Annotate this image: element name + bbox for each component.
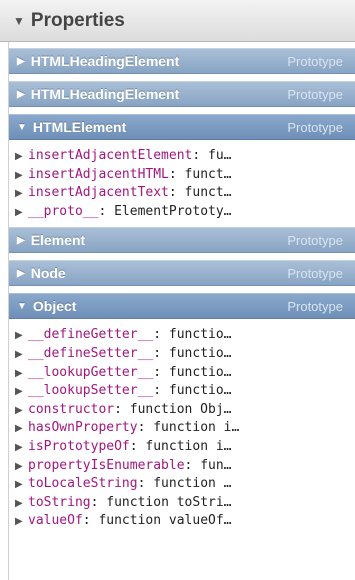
property-row[interactable]: ▶ insertAdjacentElement: fu…: [9, 147, 355, 166]
property-row[interactable]: ▶ __proto__: ElementPrototy…: [9, 203, 355, 222]
triangle-down-icon: ▼: [17, 300, 27, 312]
property-value: : fu…: [192, 148, 232, 163]
triangle-right-icon: ▶: [17, 267, 25, 279]
prototype-group-name: HTMLHeadingElement: [30, 86, 180, 102]
prototype-group-name: HTMLHeadingElement: [30, 53, 180, 69]
property-key: toString: [28, 494, 91, 510]
triangle-right-icon[interactable]: ▶: [9, 148, 28, 166]
property-value: : ElementPrototy…: [98, 203, 232, 219]
prototype-tag: Prototype: [287, 53, 343, 69]
property-row[interactable]: ▶ insertAdjacentHTML: funct…: [9, 166, 355, 185]
triangle-right-icon[interactable]: ▶: [9, 439, 28, 457]
prototype-group-name: HTMLElement: [32, 119, 127, 135]
prototype-group-header[interactable]: ▼ HTMLElement Prototype: [9, 114, 355, 140]
triangle-right-icon[interactable]: ▶: [9, 495, 28, 513]
triangle-right-icon: ▶: [17, 55, 25, 67]
prototype-group-header[interactable]: ▶ Node Prototype: [9, 260, 355, 287]
prototype-group-name: Node: [30, 265, 66, 282]
triangle-right-icon[interactable]: ▶: [9, 167, 28, 185]
prototype-group-header[interactable]: ▼ Object Prototype: [9, 293, 355, 320]
property-key: __lookupSetter__: [28, 383, 154, 399]
property-value: : functio…: [153, 364, 232, 380]
property-value: : funct…: [168, 185, 232, 201]
prototype-tag: Prototype: [287, 265, 343, 281]
indent-gutter: [0, 42, 9, 580]
section-title: Properties: [30, 9, 125, 31]
property-row[interactable]: ▶ valueOf: function valueOf…: [9, 512, 355, 531]
prototype-tag: Prototype: [287, 232, 343, 248]
property-key: valueOf: [28, 513, 83, 529]
property-key: hasOwnProperty: [28, 420, 138, 436]
property-row[interactable]: ▶ __defineSetter__: functio…: [9, 345, 355, 364]
property-key: __defineGetter__: [28, 327, 154, 343]
property-row[interactable]: ▶ __lookupGetter__: functio…: [9, 364, 355, 383]
property-key: __proto__: [28, 203, 99, 219]
property-key: propertyIsEnumerable: [28, 457, 185, 473]
property-row[interactable]: ▶ isPrototypeOf: function i…: [9, 438, 355, 457]
property-row[interactable]: ▶ propertyIsEnumerable: fun…: [9, 457, 355, 476]
prototype-group-name: Object: [32, 298, 77, 315]
prototype-tag: Prototype: [287, 298, 343, 314]
property-key: toLocaleString: [28, 476, 138, 492]
prototype-tag: Prototype: [287, 86, 343, 102]
triangle-down-icon: ▼: [13, 13, 25, 28]
property-value: : function i…: [129, 438, 232, 454]
triangle-right-icon[interactable]: ▶: [9, 185, 28, 203]
property-value: : fun…: [184, 457, 232, 473]
triangle-right-icon[interactable]: ▶: [9, 513, 28, 531]
property-value: : function valueOf…: [82, 513, 232, 529]
properties-section-header[interactable]: ▼ Properties: [0, 0, 355, 42]
property-list: ▶ __defineGetter__: functio… ▶ __defineSett…: [9, 326, 355, 531]
prototype-group-name: Element: [30, 232, 86, 249]
triangle-right-icon[interactable]: ▶: [9, 458, 28, 476]
property-value: : function Obj…: [114, 401, 232, 417]
triangle-right-icon[interactable]: ▶: [9, 365, 28, 383]
prototype-group-header[interactable]: ▶ HTMLHeadingElement Prototype: [9, 81, 355, 107]
prototype-group-header[interactable]: ▶ Element Prototype: [9, 227, 355, 254]
triangle-right-icon[interactable]: ▶: [9, 476, 28, 494]
triangle-right-icon[interactable]: ▶: [9, 420, 28, 438]
triangle-right-icon: ▶: [17, 234, 25, 246]
property-row[interactable]: ▶ insertAdjacentText: funct…: [9, 184, 355, 203]
triangle-right-icon[interactable]: ▶: [9, 204, 28, 222]
property-key: insertAdjacentText: [28, 185, 169, 201]
property-key: constructor: [28, 401, 115, 417]
property-key: __lookupGetter__: [28, 364, 154, 380]
prototype-tag: Prototype: [287, 119, 343, 135]
property-value: : functio…: [153, 327, 232, 343]
property-key: isPrototypeOf: [28, 438, 130, 454]
property-row[interactable]: ▶ __defineGetter__: functio…: [9, 326, 355, 345]
property-value: : function i…: [137, 420, 240, 436]
prototype-group-header[interactable]: ▶ HTMLHeadingElement Prototype: [9, 48, 355, 74]
triangle-right-icon[interactable]: ▶: [9, 346, 28, 364]
property-value: : funct…: [168, 166, 232, 182]
property-row[interactable]: ▶ toLocaleString: function …: [9, 475, 355, 494]
property-key: insertAdjacentElement: [28, 148, 193, 163]
property-row[interactable]: ▶ toString: function toStri…: [9, 494, 355, 513]
triangle-right-icon[interactable]: ▶: [9, 402, 28, 420]
property-key: __defineSetter__: [28, 345, 154, 361]
property-value: : function …: [137, 476, 232, 492]
property-key: insertAdjacentHTML: [28, 166, 169, 182]
property-row[interactable]: ▶ __lookupSetter__: functio…: [9, 382, 355, 401]
properties-panel: ▼ Properties ▶ HTMLHeadingElement Prototyp…: [0, 0, 355, 580]
property-value: : functio…: [153, 383, 232, 399]
triangle-right-icon[interactable]: ▶: [9, 383, 28, 401]
triangle-right-icon: ▶: [17, 88, 25, 100]
property-value: : function toStri…: [90, 494, 232, 510]
triangle-down-icon: ▼: [17, 121, 27, 133]
property-list: ▶ insertAdjacentElement: fu… ▶ insertAdjace…: [9, 147, 355, 222]
property-value: : functio…: [153, 345, 232, 361]
property-row[interactable]: ▶ constructor: function Obj…: [9, 401, 355, 420]
property-row[interactable]: ▶ hasOwnProperty: function i…: [9, 419, 355, 438]
triangle-right-icon[interactable]: ▶: [9, 327, 28, 345]
